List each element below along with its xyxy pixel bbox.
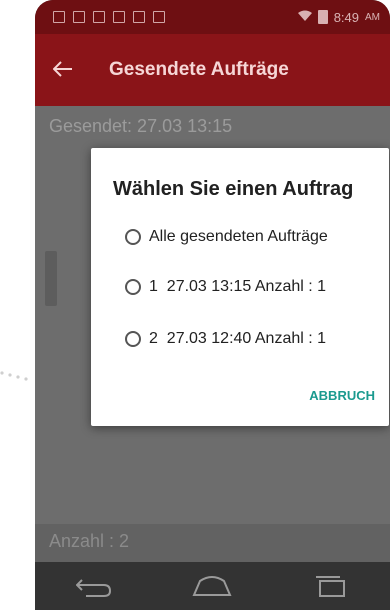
app-toolbar: Gesendete Aufträge [35,34,390,106]
nav-recents-icon[interactable] [301,566,361,606]
option-label: Alle gesendeten Aufträge [149,228,328,245]
notification-icon [73,11,85,23]
image-icon [133,11,145,23]
radio-button[interactable] [125,331,141,347]
nav-home-icon[interactable] [182,566,242,606]
navigation-bar [35,562,390,610]
notification-icons [53,11,165,23]
radio-button[interactable] [125,229,141,245]
image-icon [113,11,125,23]
back-arrow-icon[interactable] [52,57,93,83]
order-select-dialog: Wählen Sie einen Auftrag Alle gesendeten… [91,148,389,426]
cancel-button[interactable]: ABBRUCH [309,388,375,403]
clock-ampm: AM [365,11,380,23]
nav-back-icon[interactable] [64,566,124,606]
phone-frame: 8:49 AM Gesendete Aufträge Gesendet: 27.… [35,0,390,610]
battery-icon [317,10,328,24]
status-bar: 8:49 AM [35,0,390,34]
option-order-2[interactable]: 2 27.03 12:40 Anzahl : 1 [125,330,326,348]
option-label: 1 27.03 13:15 Anzahl : 1 [149,278,327,295]
option-label: 2 27.03 12:40 Anzahl : 1 [149,330,327,347]
sent-label: Gesendet: 27.03 13:15 [49,116,233,136]
decorative-dots [0,365,30,385]
warning-icon [93,11,105,23]
count-label: Anzahl : 2 [49,531,130,551]
storage-icon [153,11,165,23]
background-block [45,251,57,306]
option-all-orders[interactable]: Alle gesendeten Aufträge [125,228,328,246]
wifi-icon [297,9,312,25]
usb-icon [53,11,65,23]
clock: 8:49 [333,9,359,25]
radio-button[interactable] [125,279,141,295]
dialog-title: Wählen Sie einen Auftrag [113,178,354,200]
page-title: Gesendete Aufträge [109,59,289,80]
option-order-1[interactable]: 1 27.03 13:15 Anzahl : 1 [125,278,326,296]
